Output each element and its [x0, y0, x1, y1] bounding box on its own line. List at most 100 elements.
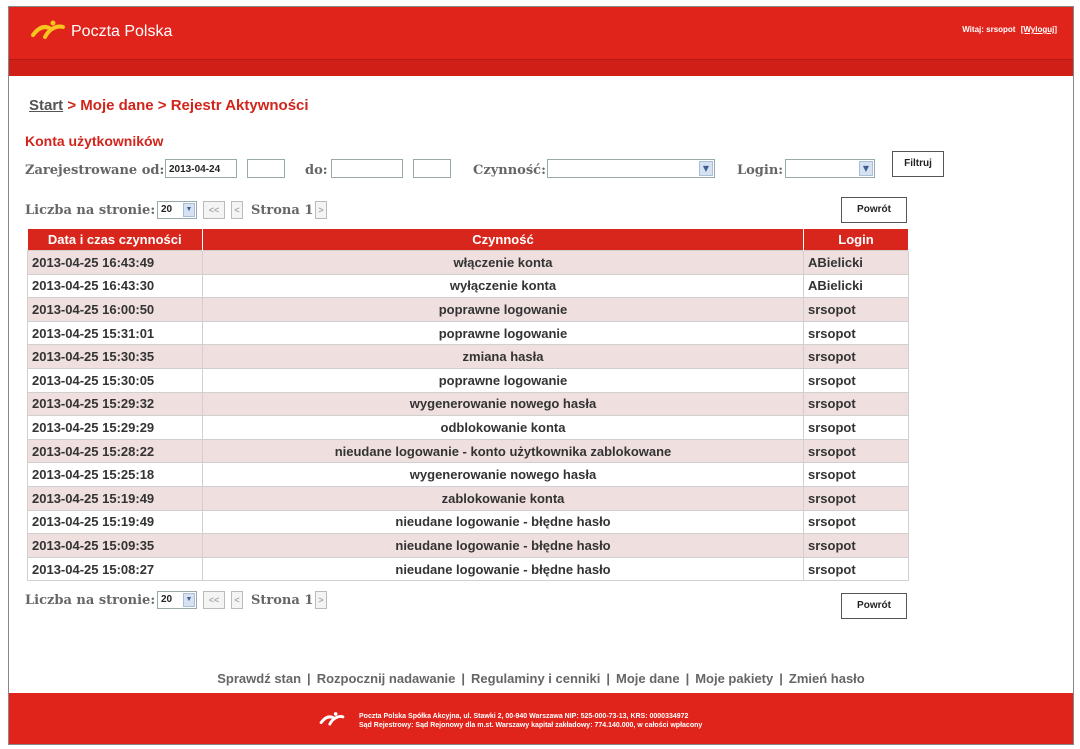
activity-table: Data i czas czynności Czynność Login 201… [27, 229, 909, 582]
poczta-polska-logo-icon [31, 19, 65, 45]
footer-line-2: Sąd Rejestrowy: Sąd Rejonowy dla m.st. W… [359, 722, 703, 729]
table-row: 2013-04-25 16:43:49 włączenie konta ABieli… [27, 250, 909, 275]
table-row: 2013-04-25 15:09:35 nieudane logowanie - … [27, 533, 909, 558]
column-header-login[interactable]: Login [803, 229, 909, 251]
footer-link-regulations[interactable]: Regulaminy i cenniki [471, 671, 600, 686]
date-from-input[interactable]: 2013-04-24 [165, 159, 237, 178]
first-page-button[interactable]: << [203, 201, 225, 219]
cell-datetime: 2013-04-25 15:19:49 [27, 509, 203, 535]
cell-datetime: 2013-04-25 16:43:49 [27, 250, 203, 275]
footer-link-my-data[interactable]: Moje dane [616, 671, 680, 686]
table-row: 2013-04-25 15:25:18 wygenerowanie nowego … [27, 462, 909, 487]
date-to-label: do: [305, 163, 328, 178]
prev-page-button[interactable]: < [231, 201, 243, 219]
chevron-down-icon: ▼ [699, 161, 713, 176]
cell-action: zablokowanie konta [202, 485, 804, 511]
first-page-button[interactable]: << [203, 591, 225, 609]
poczta-polska-logo-icon [317, 711, 347, 731]
cell-action: poprawne logowanie [202, 320, 804, 346]
pager-bottom: Liczba na stronie: 20 ▼ << < Strona 1 > … [25, 589, 925, 619]
cell-action: poprawne logowanie [202, 297, 804, 322]
cell-login: ABielicki [803, 273, 909, 299]
header-bar: Poczta Polska Witaj: srsopot [Wyloguj] [9, 7, 1073, 59]
welcome-area: Witaj: srsopot [Wyloguj] [962, 25, 1057, 34]
cell-action: nieudane logowanie - błędne hasło [202, 556, 804, 582]
footer-link-check-status[interactable]: Sprawdź stan [217, 671, 301, 686]
cell-login: ABielicki [803, 250, 909, 275]
cell-login: srsopot [803, 438, 909, 464]
next-page-button[interactable]: > [315, 591, 327, 609]
table-row: 2013-04-25 16:00:50 poprawne logowanie srs… [27, 297, 909, 322]
brand-name: Poczta Polska [71, 23, 173, 40]
footer-separator: | [461, 671, 466, 686]
cell-datetime: 2013-04-25 16:00:50 [27, 297, 203, 322]
cell-action: poprawne logowanie [202, 367, 804, 393]
cell-datetime: 2013-04-25 15:31:01 [27, 320, 203, 346]
time-to-input[interactable] [413, 159, 451, 178]
footer-link-change-password[interactable]: Zmień hasło [789, 671, 865, 686]
cell-datetime: 2013-04-25 15:25:18 [27, 462, 203, 487]
cell-datetime: 2013-04-25 15:29:29 [27, 415, 203, 440]
back-button[interactable]: Powrót [841, 197, 907, 223]
column-header-action[interactable]: Czynność [202, 229, 804, 251]
section-title: Konta użytkowników [25, 133, 164, 149]
cell-action: wygenerowanie nowego hasła [202, 391, 804, 417]
cell-login: srsopot [803, 391, 909, 417]
cell-datetime: 2013-04-25 15:30:05 [27, 367, 203, 393]
cell-login: srsopot [803, 367, 909, 393]
time-from-input[interactable] [247, 159, 285, 178]
prev-page-button[interactable]: < [231, 591, 243, 609]
header-subbar [9, 59, 1073, 76]
cell-login: srsopot [803, 533, 909, 558]
pager-top: Liczba na stronie: 20 ▼ << < Strona 1 > … [25, 197, 925, 223]
cell-login: srsopot [803, 297, 909, 322]
date-to-input[interactable] [331, 159, 403, 178]
chevron-down-icon: ▼ [859, 161, 873, 176]
welcome-text: Witaj: srsopot [962, 25, 1016, 34]
login-select[interactable]: ▼ [785, 159, 875, 178]
next-page-button[interactable]: > [315, 201, 327, 219]
page-indicator: Strona 1 [251, 593, 314, 608]
cell-login: srsopot [803, 320, 909, 346]
cell-action: wygenerowanie nowego hasła [202, 462, 804, 487]
cell-login: srsopot [803, 485, 909, 511]
per-page-select[interactable]: 20 ▼ [157, 201, 197, 219]
table-row: 2013-04-25 15:30:35 zmiana hasła srsopot [27, 344, 909, 369]
filter-button[interactable]: Filtruj [892, 151, 944, 177]
per-page-value: 20 [161, 594, 173, 605]
per-page-select[interactable]: 20 ▼ [157, 591, 197, 609]
cell-action: wyłączenie konta [202, 273, 804, 299]
table-row: 2013-04-25 16:43:30 wyłączenie konta ABiel… [27, 273, 909, 299]
column-header-datetime[interactable]: Data i czas czynności [27, 229, 203, 251]
footer-company-info: Poczta Polska Spółka Akcyjna, ul. Stawki… [359, 712, 702, 730]
footer-separator: | [307, 671, 311, 686]
action-select[interactable]: ▼ [547, 159, 715, 178]
per-page-label: Liczba na stronie: [25, 203, 156, 218]
per-page-label: Liczba na stronie: [25, 593, 156, 608]
cell-action: włączenie konta [202, 250, 804, 275]
registered-from-label: Zarejestrowane od: [25, 163, 165, 178]
cell-login: srsopot [803, 415, 909, 440]
cell-action: nieudane logowanie - konto użytkownika z… [202, 438, 804, 464]
logout-link[interactable]: [Wyloguj] [1021, 25, 1057, 34]
footer-link-my-packages[interactable]: Moje pakiety [695, 671, 773, 686]
footer-line-1: Poczta Polska Spółka Akcyjna, ul. Stawki… [359, 713, 689, 720]
breadcrumb-start-link[interactable]: Start [29, 97, 63, 114]
login-label: Login: [737, 163, 784, 178]
cell-login: srsopot [803, 509, 909, 535]
brand-logo[interactable]: Poczta Polska [31, 19, 172, 45]
back-button[interactable]: Powrót [841, 593, 907, 619]
cell-datetime: 2013-04-25 15:09:35 [27, 533, 203, 558]
footer-link-start-sending[interactable]: Rozpocznij nadawanie [317, 671, 456, 686]
footer-bar: Poczta Polska Spółka Akcyjna, ul. Stawki… [9, 693, 1073, 744]
footer-nav: Sprawdź stan | Rozpocznij nadawanie | Regula… [9, 671, 1073, 686]
cell-login: srsopot [803, 462, 909, 487]
chevron-down-icon: ▼ [183, 203, 195, 217]
footer-separator: | [779, 671, 783, 686]
cell-datetime: 2013-04-25 15:28:22 [27, 438, 203, 464]
page-indicator: Strona 1 [251, 203, 314, 218]
table-row: 2013-04-25 15:28:22 nieudane logowanie - … [27, 438, 909, 464]
table-header-row: Data i czas czynności Czynność Login [27, 229, 909, 251]
footer-separator: | [685, 671, 690, 686]
cell-datetime: 2013-04-25 15:29:32 [27, 391, 203, 417]
